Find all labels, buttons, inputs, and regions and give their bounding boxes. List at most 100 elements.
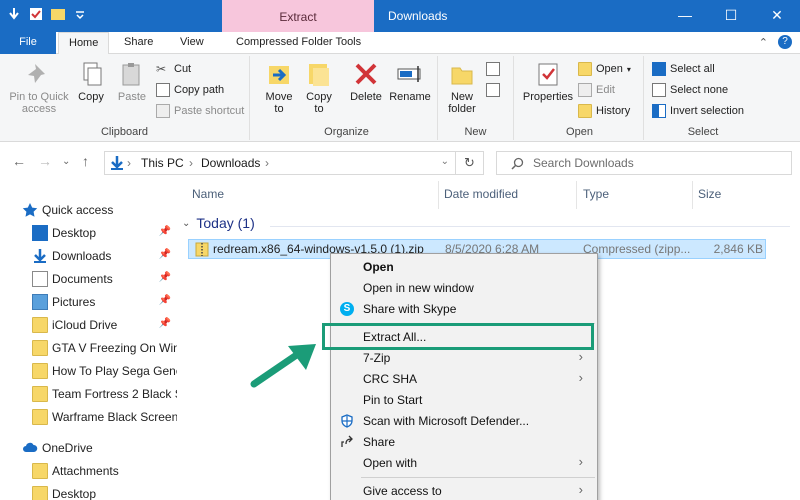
column-header-name[interactable]: Name <box>192 187 224 201</box>
context-menu: Open Open in new window S Share with Sky… <box>330 253 598 500</box>
refresh-button[interactable]: ↻ <box>456 151 484 175</box>
paste-shortcut-button[interactable]: Paste shortcut <box>156 102 244 120</box>
up-arrow-icon[interactable]: ↑ <box>82 153 89 169</box>
paste-button[interactable]: Paste <box>114 60 150 103</box>
cut-button[interactable]: ✂ Cut <box>156 60 191 78</box>
edit-button[interactable]: Edit <box>578 81 615 99</box>
column-separator[interactable] <box>576 181 577 209</box>
column-separator[interactable] <box>438 181 439 209</box>
nav-item-team-fortress[interactable]: Team Fortress 2 Black Sc <box>32 383 177 405</box>
extract-contextual-tab[interactable]: Extract <box>222 0 374 32</box>
group-header-today[interactable]: ⌄ Today (1) <box>182 215 255 231</box>
move-to-button[interactable]: Move to <box>260 60 298 115</box>
new-folder-button[interactable]: New folder <box>442 60 482 115</box>
nav-item-warframe[interactable]: Warframe Black Screen ( <box>32 406 177 428</box>
recent-locations-icon[interactable]: ⌄ <box>62 156 70 167</box>
collapse-chevron-icon: ⌄ <box>182 217 191 229</box>
nav-onedrive[interactable]: OneDrive <box>22 437 177 459</box>
select-group-label: Select <box>687 126 719 138</box>
nav-item-downloads[interactable]: Downloads 📌 <box>32 245 177 267</box>
copy-to-button[interactable]: Copy to <box>300 60 338 115</box>
nav-item-sega-genesis[interactable]: How To Play Sega Genes <box>32 360 177 382</box>
nav-item-label: iCloud Drive <box>52 318 118 332</box>
tab-share[interactable]: Share <box>114 32 163 54</box>
paste-icon <box>122 63 140 86</box>
select-all-label: Select all <box>670 63 715 75</box>
copy-path-button[interactable]: Copy path <box>156 81 224 99</box>
delete-button[interactable]: Delete <box>346 60 386 103</box>
annotation-arrow-icon <box>250 344 316 388</box>
tab-view[interactable]: View <box>170 32 214 54</box>
properties-button[interactable]: Properties <box>520 60 576 103</box>
menu-item-7zip[interactable]: 7-Zip › <box>331 348 597 369</box>
nav-item-gta-v[interactable]: GTA V Freezing On Wind <box>32 337 177 359</box>
column-header-size[interactable]: Size <box>698 187 721 201</box>
collapse-ribbon-icon[interactable]: ⌃ <box>759 36 768 49</box>
close-button[interactable]: ✕ <box>754 0 800 32</box>
column-separator[interactable] <box>692 181 693 209</box>
nav-item-pictures[interactable]: Pictures 📌 <box>32 291 177 313</box>
menu-item-open-with[interactable]: Open with › <box>331 453 597 474</box>
tab-file[interactable]: File <box>0 32 56 54</box>
menu-item-crc-sha[interactable]: CRC SHA › <box>331 369 597 390</box>
menu-item-open[interactable]: Open <box>331 257 597 278</box>
pin-quick-access-button[interactable]: Pin to Quick access <box>4 60 74 115</box>
quick-access-toolbar <box>6 6 88 22</box>
history-button[interactable]: History <box>578 102 630 120</box>
properties-check-icon[interactable] <box>28 6 44 22</box>
menu-item-share[interactable]: Share <box>331 432 597 453</box>
nav-item-icloud-drive[interactable]: iCloud Drive 📌 <box>32 314 177 336</box>
nav-quick-access[interactable]: Quick access <box>22 199 177 221</box>
nav-item-onedrive-desktop[interactable]: Desktop <box>32 483 177 500</box>
invert-selection-button[interactable]: Invert selection <box>652 102 744 120</box>
forward-arrow-icon[interactable]: → <box>38 153 52 169</box>
menu-item-open-new-window[interactable]: Open in new window <box>331 278 597 299</box>
easy-access-icon <box>486 83 500 97</box>
menu-item-label: Share with Skype <box>363 302 457 316</box>
maximize-button[interactable]: ☐ <box>708 0 754 32</box>
menu-item-share-skype[interactable]: S Share with Skype <box>331 299 597 320</box>
desktop-icon <box>32 225 48 241</box>
breadcrumb-this-pc[interactable]: This PC <box>141 156 184 170</box>
open-button[interactable]: Open ▾ <box>578 60 631 78</box>
down-arrow-icon[interactable] <box>6 6 22 22</box>
column-header-type[interactable]: Type <box>583 187 609 201</box>
nav-item-label: Desktop <box>52 487 97 500</box>
menu-item-pin-to-start[interactable]: Pin to Start <box>331 390 597 411</box>
new-item-button[interactable] <box>486 60 500 78</box>
select-all-button[interactable]: Select all <box>652 60 715 78</box>
column-header-date[interactable]: Date modified <box>444 187 518 201</box>
tab-compressed-folder-tools[interactable]: Compressed Folder Tools <box>226 32 371 54</box>
rename-button[interactable]: Rename <box>388 60 432 103</box>
back-arrow-icon[interactable]: ← <box>12 153 26 169</box>
tab-home[interactable]: Home <box>58 32 110 55</box>
minimize-button[interactable]: — <box>662 0 708 32</box>
edit-icon <box>578 83 592 97</box>
ribbon: Pin to Quick access Copy Paste ✂ Cut Cop… <box>0 54 800 142</box>
submenu-chevron-icon: › <box>578 454 583 469</box>
nav-item-label: Downloads <box>52 249 112 263</box>
breadcrumb-downloads[interactable]: Downloads <box>201 156 260 170</box>
address-field[interactable]: › This PC › Downloads › ⌄ <box>104 151 456 175</box>
select-none-button[interactable]: Select none <box>652 81 728 99</box>
nav-item-documents[interactable]: Documents 📌 <box>32 268 177 290</box>
file-type: Compressed (zipp... <box>583 242 691 256</box>
search-input[interactable]: Search Downloads <box>496 151 792 175</box>
copy-button[interactable]: Copy <box>74 60 108 103</box>
nav-item-attachments[interactable]: Attachments <box>32 460 177 482</box>
customize-dropdown-icon[interactable] <box>72 6 88 22</box>
invert-selection-label: Invert selection <box>670 105 744 117</box>
select-all-icon <box>652 62 666 76</box>
menu-item-give-access[interactable]: Give access to › <box>331 481 597 500</box>
menu-item-scan-defender[interactable]: Scan with Microsoft Defender... <box>331 411 597 432</box>
easy-access-button[interactable] <box>486 81 500 99</box>
nav-item-desktop[interactable]: Desktop 📌 <box>32 222 177 244</box>
nav-item-label: Warframe Black Screen ( <box>52 410 177 424</box>
help-icon[interactable]: ? <box>778 35 792 49</box>
extract-all-highlight <box>322 323 594 350</box>
new-folder-icon[interactable] <box>50 6 66 22</box>
select-none-label: Select none <box>670 84 729 96</box>
pictures-icon <box>32 294 48 310</box>
address-dropdown-icon[interactable]: ⌄ <box>441 156 449 167</box>
rename-label: Rename <box>389 91 431 103</box>
